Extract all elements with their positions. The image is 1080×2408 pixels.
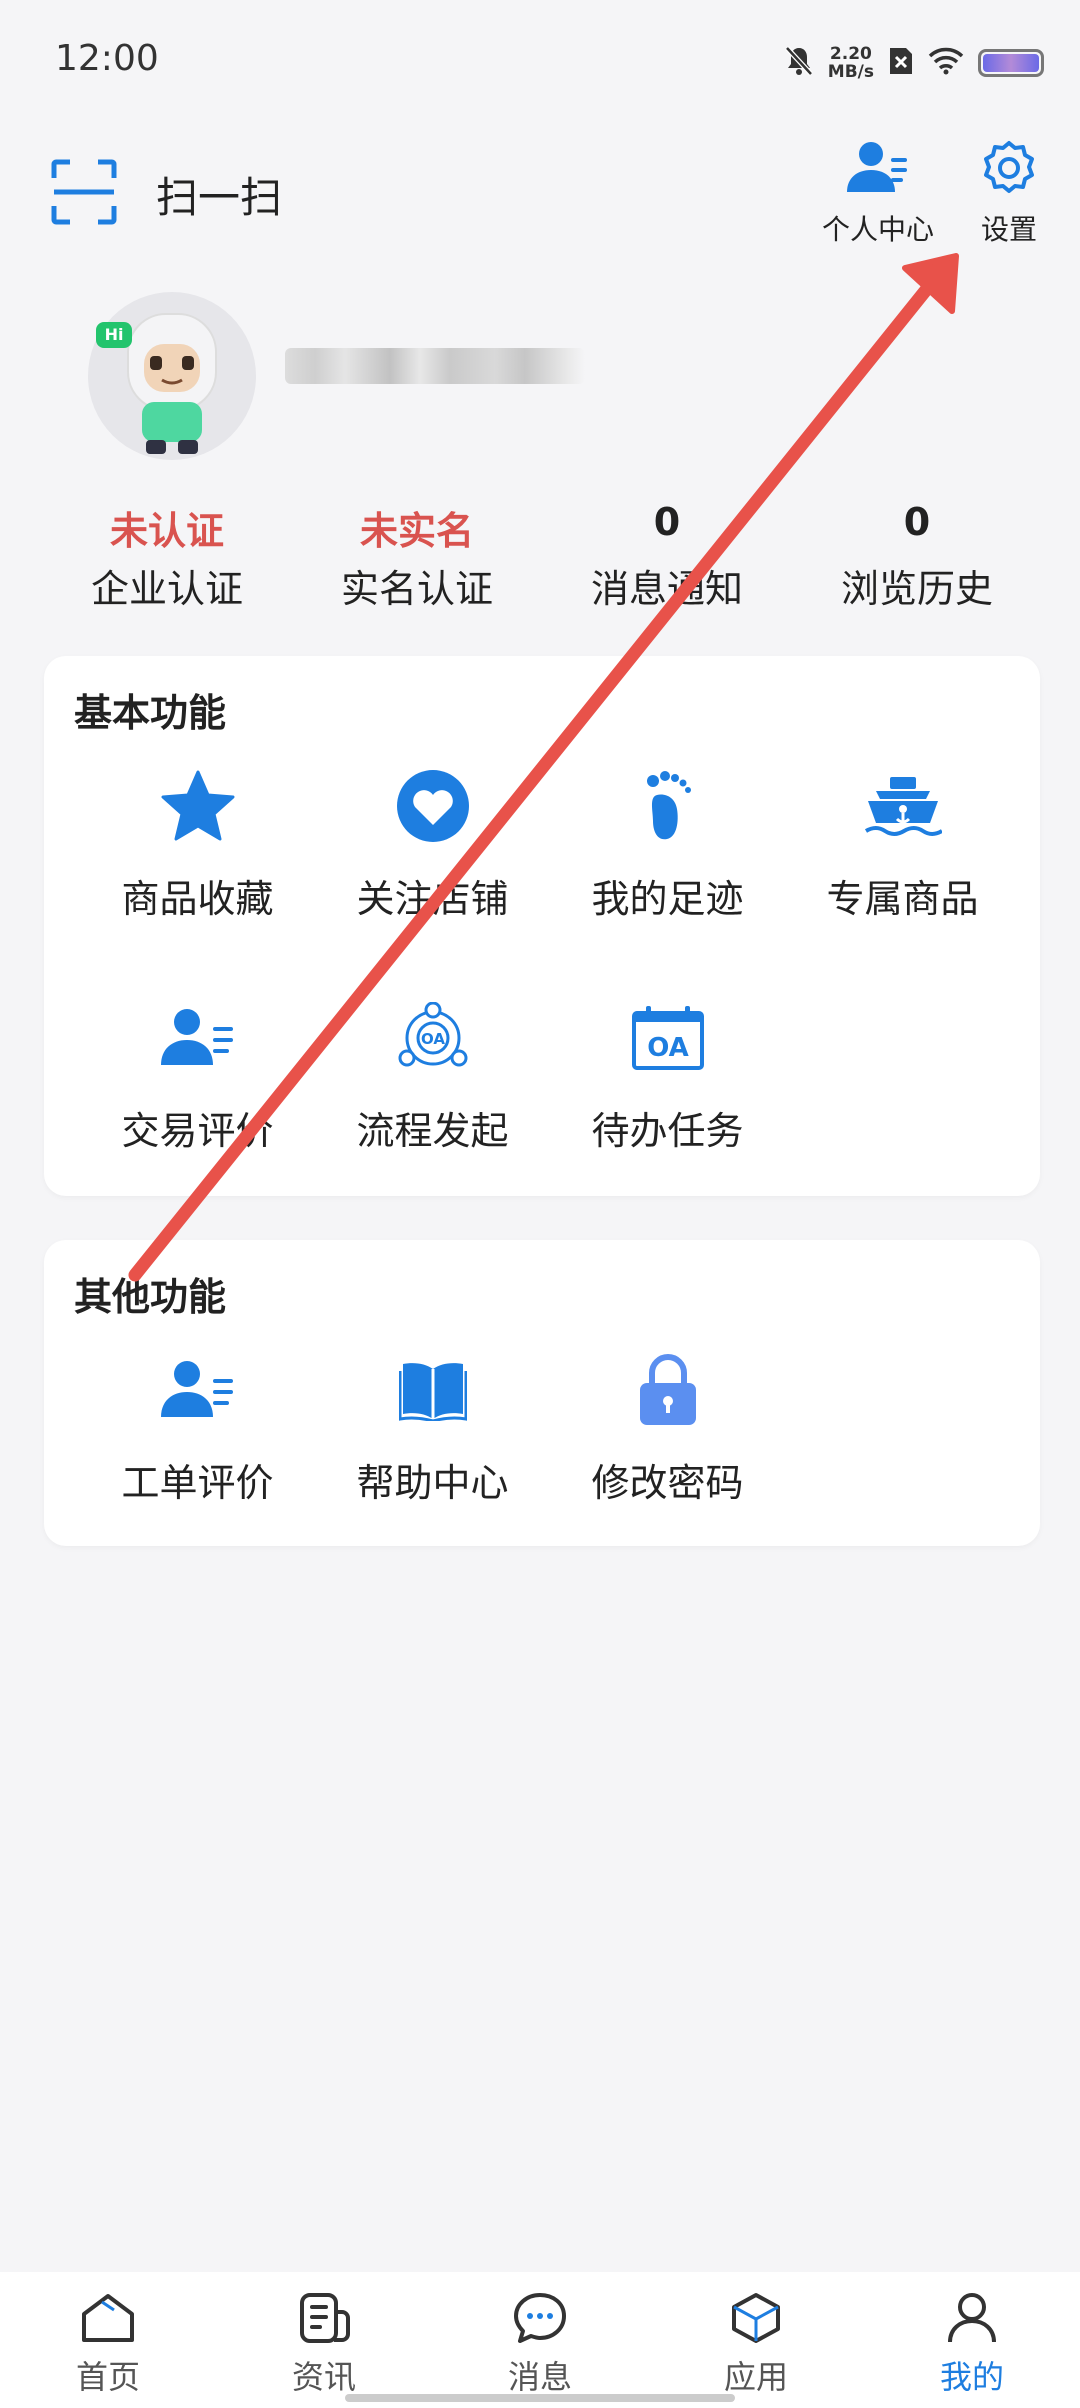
cube-icon bbox=[728, 2292, 784, 2348]
message-icon bbox=[512, 2292, 568, 2348]
help-center-item[interactable]: 帮助中心 bbox=[315, 1350, 550, 1582]
star-icon bbox=[158, 766, 238, 846]
other-functions-grid: 工单评价 帮助中心 修改密码 bbox=[44, 1350, 1040, 1582]
book-icon bbox=[393, 1350, 473, 1430]
home-indicator[interactable] bbox=[345, 2394, 735, 2402]
item-label: 交易评价 bbox=[121, 1109, 274, 1153]
avatar[interactable] bbox=[88, 292, 256, 460]
footprint-icon bbox=[628, 766, 708, 846]
basic-functions-card: 基本功能 商品收藏 关注店铺 我的足迹 专属商品 交易评价 OA 流程发起 OA… bbox=[44, 656, 1040, 1196]
stat-value: 0 bbox=[653, 500, 681, 544]
todo-tasks-item[interactable]: OA 待办任务 bbox=[550, 998, 785, 1230]
other-functions-card: 其他功能 工单评价 帮助中心 修改密码 bbox=[44, 1240, 1040, 1546]
footprints-item[interactable]: 我的足迹 bbox=[550, 766, 785, 998]
stat-browsing-history[interactable]: 0 浏览历史 bbox=[792, 500, 1042, 613]
item-label: 待办任务 bbox=[591, 1109, 744, 1153]
basic-functions-grid: 商品收藏 关注店铺 我的足迹 专属商品 交易评价 OA 流程发起 OA 待办任务 bbox=[44, 766, 1040, 1230]
nav-news[interactable]: 资讯 bbox=[216, 2272, 432, 2408]
user-list-icon bbox=[158, 1350, 238, 1430]
wifi-icon bbox=[928, 47, 964, 79]
nav-label: 资讯 bbox=[291, 2358, 356, 2396]
exclusive-products-item[interactable]: 专属商品 bbox=[785, 766, 1020, 998]
gear-icon bbox=[980, 140, 1038, 200]
nav-mine[interactable]: 我的 bbox=[864, 2272, 1080, 2408]
network-speed-unit: MB/s bbox=[827, 62, 874, 82]
news-icon bbox=[296, 2292, 352, 2348]
followed-shops-item[interactable]: 关注店铺 bbox=[315, 766, 550, 998]
status-time: 12:00 bbox=[55, 38, 159, 79]
personal-center-button[interactable]: 个人中心 bbox=[822, 140, 934, 248]
item-label: 修改密码 bbox=[591, 1461, 744, 1505]
stat-label: 实名认证 bbox=[340, 567, 493, 611]
stat-value: 未认证 bbox=[109, 509, 224, 553]
settings-label: 设置 bbox=[980, 213, 1037, 246]
item-label: 我的足迹 bbox=[591, 877, 744, 921]
change-password-item[interactable]: 修改密码 bbox=[550, 1350, 785, 1582]
nav-home[interactable]: 首页 bbox=[0, 2272, 216, 2408]
favorites-item[interactable]: 商品收藏 bbox=[80, 766, 315, 998]
item-label: 专属商品 bbox=[826, 877, 979, 921]
username-redacted bbox=[285, 348, 585, 384]
home-icon bbox=[80, 2292, 136, 2348]
user-list-icon bbox=[158, 998, 238, 1078]
stat-enterprise-certification[interactable]: 未认证 企业认证 bbox=[42, 500, 292, 613]
item-label: 关注店铺 bbox=[356, 877, 509, 921]
nav-apps[interactable]: 应用 bbox=[648, 2272, 864, 2408]
workflow-initiate-item[interactable]: OA 流程发起 bbox=[315, 998, 550, 1230]
nav-messages[interactable]: 消息 bbox=[432, 2272, 648, 2408]
item-label: 工单评价 bbox=[121, 1461, 274, 1505]
lock-icon bbox=[628, 1350, 708, 1430]
hi-badge: Hi bbox=[96, 322, 132, 348]
stat-label: 浏览历史 bbox=[840, 567, 993, 611]
nav-label: 我的 bbox=[939, 2358, 1004, 2396]
person-icon bbox=[944, 2292, 1000, 2348]
network-speed-value: 2.20 bbox=[829, 44, 872, 64]
scan-icon bbox=[50, 158, 118, 230]
transaction-reviews-item[interactable]: 交易评价 bbox=[80, 998, 315, 1230]
oa-calendar-icon: OA bbox=[628, 998, 708, 1078]
stat-value: 0 bbox=[903, 500, 931, 544]
personal-center-label: 个人中心 bbox=[822, 213, 935, 246]
battery-icon bbox=[978, 49, 1044, 77]
stat-real-name-certification[interactable]: 未实名 实名认证 bbox=[292, 500, 542, 613]
oa-workflow-icon: OA bbox=[393, 998, 473, 1078]
sim-disabled-icon bbox=[888, 46, 914, 80]
mute-bell-icon bbox=[784, 45, 814, 81]
status-bar: 12:00 2.20 MB/s bbox=[0, 0, 1080, 120]
network-speed: 2.20 MB/s bbox=[828, 45, 874, 81]
heart-icon bbox=[393, 766, 473, 846]
scan-label: 扫一扫 bbox=[156, 172, 283, 222]
work-order-reviews-item[interactable]: 工单评价 bbox=[80, 1350, 315, 1582]
stat-value: 未实名 bbox=[359, 509, 474, 553]
personal-center-icon bbox=[847, 140, 909, 200]
scan-button[interactable]: 扫一扫 bbox=[50, 158, 282, 230]
svg-text:OA: OA bbox=[421, 1030, 445, 1048]
stat-label: 企业认证 bbox=[90, 567, 243, 611]
nav-label: 消息 bbox=[507, 2358, 572, 2396]
svg-text:OA: OA bbox=[647, 1033, 689, 1063]
settings-button[interactable]: 设置 bbox=[980, 140, 1038, 248]
stat-message-notifications[interactable]: 0 消息通知 bbox=[542, 500, 792, 613]
item-label: 帮助中心 bbox=[356, 1461, 509, 1505]
ship-icon bbox=[863, 766, 943, 846]
bottom-navigation: 首页 资讯 消息 应用 我的 bbox=[0, 2272, 1080, 2408]
stats-row: 未认证 企业认证 未实名 实名认证 0 消息通知 0 浏览历史 bbox=[0, 500, 1080, 613]
section-title: 基本功能 bbox=[74, 691, 227, 735]
nav-label: 应用 bbox=[723, 2358, 788, 2396]
stat-label: 消息通知 bbox=[590, 567, 743, 611]
nav-label: 首页 bbox=[75, 2358, 140, 2396]
item-label: 流程发起 bbox=[356, 1109, 509, 1153]
item-label: 商品收藏 bbox=[121, 877, 274, 921]
status-icons: 2.20 MB/s bbox=[784, 40, 1044, 86]
section-title: 其他功能 bbox=[74, 1275, 227, 1319]
